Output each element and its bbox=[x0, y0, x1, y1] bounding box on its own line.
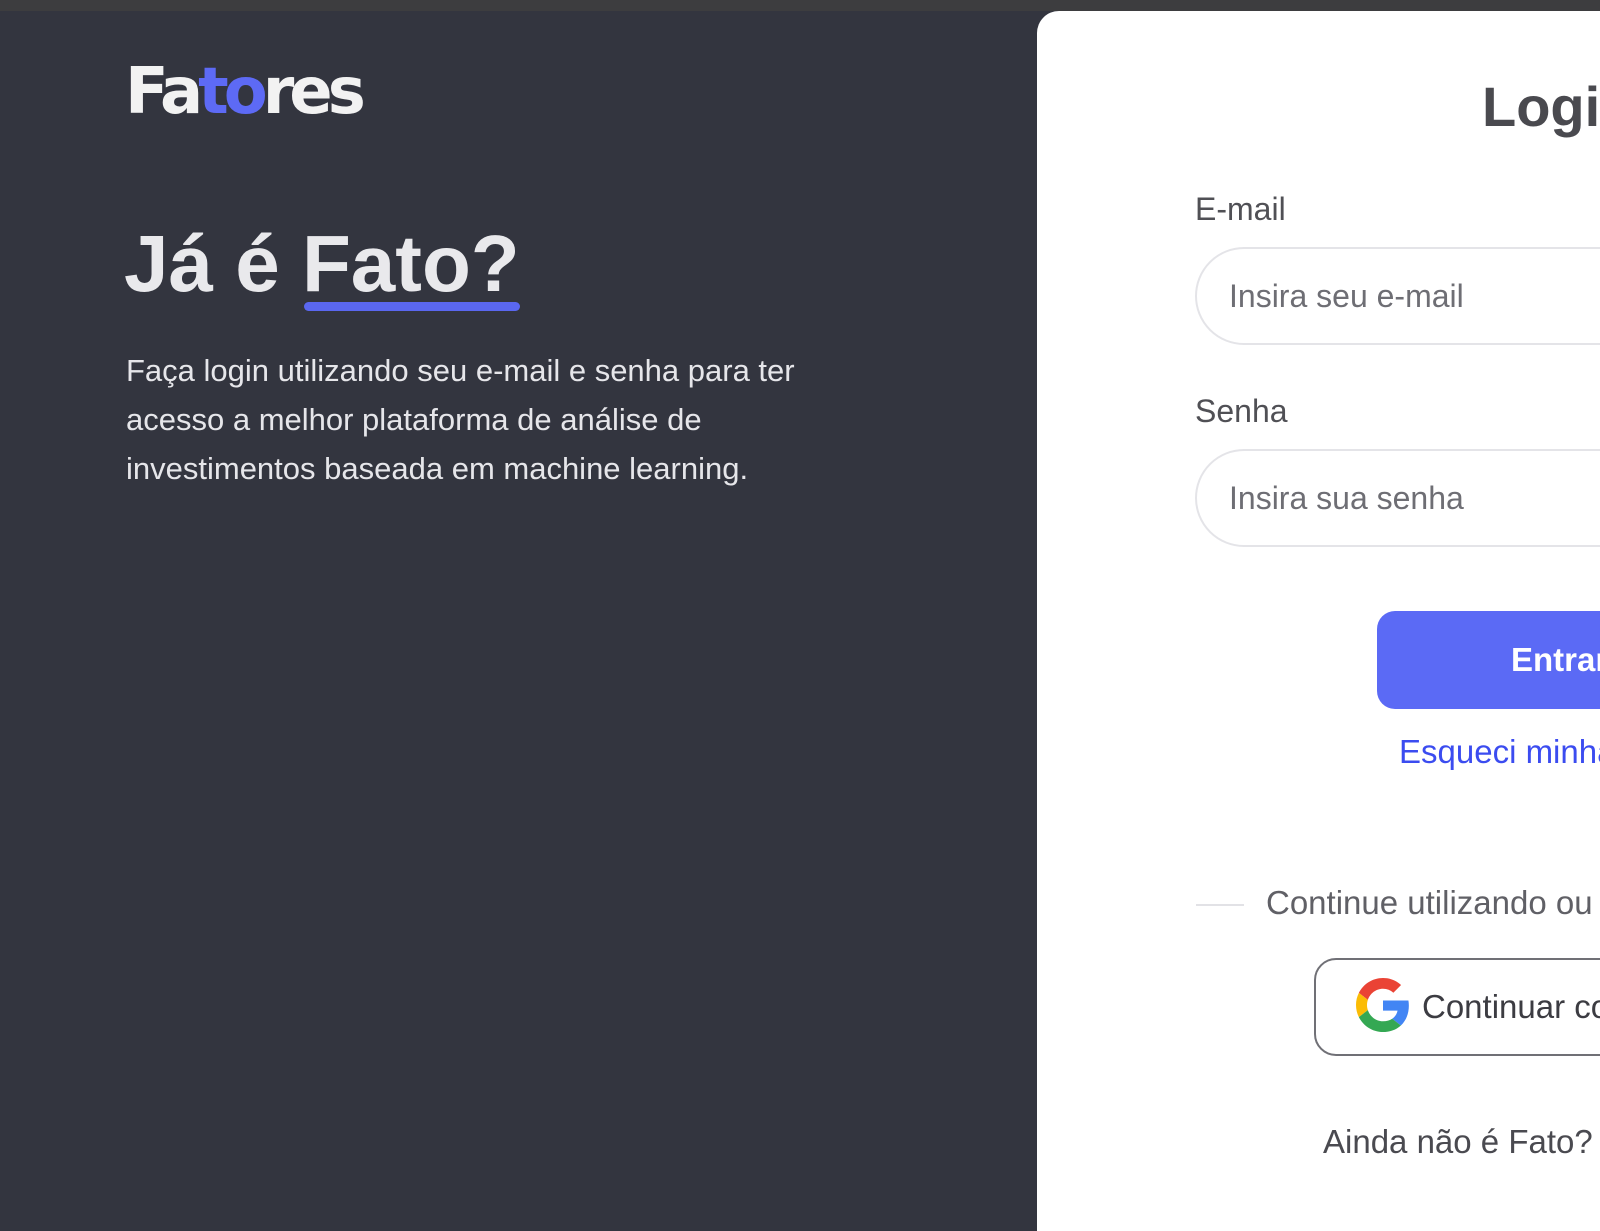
login-title: Logi bbox=[1482, 75, 1600, 138]
hero-panel bbox=[0, 11, 1037, 1200]
logo-text-end: res bbox=[262, 55, 366, 129]
browser-top-bar bbox=[0, 0, 1600, 11]
divider-line bbox=[1196, 904, 1244, 906]
email-field-container bbox=[1195, 247, 1600, 345]
password-label: Senha bbox=[1195, 393, 1288, 429]
login-submit-button[interactable]: Entrar bbox=[1377, 611, 1600, 709]
hero-description: Faça login utilizando seu e-mail e senha… bbox=[126, 353, 795, 486]
logo-text-start: Fa bbox=[125, 55, 203, 129]
hero-headline: Já é Fato? bbox=[124, 219, 520, 311]
google-icon bbox=[1356, 977, 1410, 1037]
google-login-label: Continuar co bbox=[1422, 988, 1600, 1025]
email-field[interactable] bbox=[1197, 249, 1600, 343]
fatores-logo: Fatores bbox=[125, 60, 366, 124]
divider-label: Continue utilizando ou bbox=[1266, 884, 1593, 921]
forgot-password-link[interactable]: Esqueci minha bbox=[1399, 733, 1600, 771]
headline-highlight: Fato? bbox=[301, 219, 520, 311]
password-field[interactable] bbox=[1197, 451, 1600, 545]
headline-prefix: Já é bbox=[124, 219, 302, 308]
logo-text-accent: to bbox=[198, 55, 268, 129]
password-field-container bbox=[1195, 449, 1600, 547]
google-login-button[interactable]: Continuar co bbox=[1314, 958, 1600, 1056]
email-label: E-mail bbox=[1195, 191, 1286, 227]
signup-prompt: Ainda não é Fato? bbox=[1323, 1123, 1593, 1160]
